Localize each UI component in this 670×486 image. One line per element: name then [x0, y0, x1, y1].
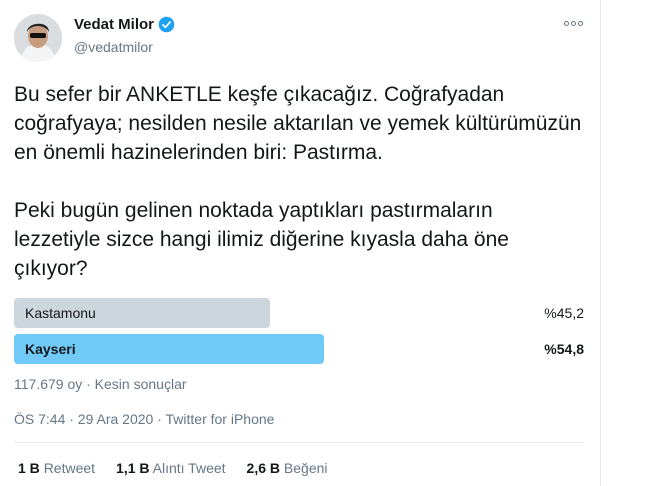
tweet-card: Vedat Milor @vedatmilor Bu sefer bir ANK… — [0, 0, 601, 486]
quote-tweet-count[interactable]: 1,1 B Alıntı Tweet — [116, 460, 226, 476]
tweet-timestamp[interactable]: ÖS 7:44 · 29 Ara 2020 · Twitter for iPho… — [14, 411, 274, 427]
poll-option-percent: %45,2 — [544, 305, 584, 321]
stat-count: 1 B — [18, 460, 40, 476]
more-options-icon[interactable] — [562, 16, 584, 30]
display-name[interactable]: Vedat Milor — [74, 16, 154, 33]
user-handle[interactable]: @vedatmilor — [74, 39, 153, 55]
poll-option-percent: %54,8 — [544, 341, 584, 357]
retweet-count[interactable]: 1 B Retweet — [18, 460, 95, 476]
poll-option: Kastamonu %45,2 — [14, 298, 584, 328]
poll-option: Kayseri %54,8 — [14, 334, 584, 364]
stat-label: Beğeni — [283, 460, 328, 476]
like-count[interactable]: 2,6 B Beğeni — [247, 460, 328, 476]
engagement-stats: 1 B Retweet 1,1 B Alıntı Tweet 2,6 B Beğ… — [18, 460, 328, 476]
poll-option-label: Kastamonu — [25, 305, 96, 321]
poll: Kastamonu %45,2 Kayseri %54,8 — [14, 298, 584, 370]
stat-count: 1,1 B — [116, 460, 150, 476]
avatar[interactable] — [14, 14, 62, 62]
tweet-paragraph: Peki bugün gelinen noktada yaptıkları pa… — [14, 199, 509, 280]
stat-label: Alıntı Tweet — [152, 460, 226, 476]
tweet-text: Bu sefer bir ANKETLE keşfe çıkacağız. Co… — [14, 80, 584, 283]
poll-option-label: Kayseri — [25, 341, 76, 357]
verified-badge-icon — [158, 16, 175, 33]
stat-count: 2,6 B — [246, 460, 281, 476]
stat-label: Retweet — [43, 460, 96, 476]
poll-meta: 117.679 oy · Kesin sonuçlar — [14, 376, 187, 392]
avatar-photo — [14, 14, 62, 62]
divider — [14, 442, 584, 443]
tweet-paragraph: Bu sefer bir ANKETLE keşfe çıkacağız. Co… — [14, 83, 582, 164]
